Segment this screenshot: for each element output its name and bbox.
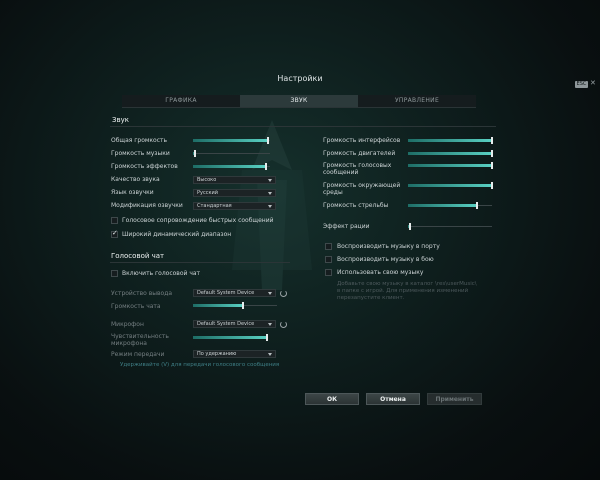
own-music-checkbox[interactable] (325, 269, 332, 276)
wide-range-label: Широкий динамический диапазон (122, 231, 232, 238)
music-battle-label: Воспроизводить музыку в бою (337, 256, 434, 263)
voice-msgs-volume-label: Громкость голосовых сообщений (323, 162, 392, 176)
quick-msgs-checkbox[interactable] (111, 217, 118, 224)
slider-thumb[interactable] (491, 150, 493, 157)
slider-thumb[interactable] (491, 162, 493, 169)
page-title: Настройки (277, 74, 323, 83)
effects-volume-label: Громкость эффектов (111, 163, 178, 170)
slider-thumb[interactable] (491, 182, 493, 189)
cancel-button[interactable]: Отмена (366, 393, 420, 405)
voice-language-dropdown[interactable]: Русский (193, 189, 276, 197)
ui-volume-slider[interactable] (408, 137, 493, 144)
engine-volume-label: Громкость двигателей (323, 150, 396, 157)
voice-msgs-volume-slider[interactable] (408, 162, 493, 169)
output-device-value: Default System Device (197, 290, 255, 296)
ambient-volume-slider[interactable] (408, 182, 493, 189)
music-battle-checkbox[interactable] (325, 256, 332, 263)
music-port-label: Воспроизводить музыку в порту (337, 243, 440, 250)
chevron-down-icon (268, 179, 272, 182)
slider-thumb[interactable] (491, 137, 493, 144)
microphone-label: Микрофон (111, 321, 144, 328)
ok-button[interactable]: ОК (305, 393, 359, 405)
slider-thumb[interactable] (193, 150, 196, 157)
master-volume-label: Общая громкость (111, 137, 168, 144)
mic-sensitivity-slider[interactable] (193, 334, 268, 341)
settings-tabs: ГРАФИКА ЗВУК УПРАВЛЕНИЕ (122, 95, 476, 108)
slider-thumb[interactable] (267, 137, 270, 144)
slider-thumb[interactable] (265, 334, 268, 341)
sound-quality-label: Качество звука (111, 176, 160, 183)
voice-language-label: Язык озвучки (111, 189, 154, 196)
refresh-icon[interactable] (280, 290, 287, 297)
esc-key-icon[interactable]: ESC (575, 81, 588, 88)
quick-msgs-label: Голосовое сопровождение быстрых сообщени… (122, 217, 274, 224)
chevron-down-icon (268, 205, 272, 208)
own-music-note: Добавьте свою музыку в каталог \res\user… (337, 281, 477, 301)
microphone-value: Default System Device (197, 321, 255, 327)
ambient-volume-label: Громкость окружающей среды (323, 182, 401, 196)
radio-effect-slider[interactable] (408, 223, 492, 230)
chevron-down-icon (268, 353, 272, 356)
master-volume-slider[interactable] (193, 137, 270, 144)
output-device-label: Устройство вывода (111, 290, 173, 297)
transmit-mode-value: По удержанию (197, 351, 237, 357)
tab-graphics[interactable]: ГРАФИКА (122, 95, 240, 107)
own-music-label: Использовать свою музыку (337, 269, 424, 276)
transmit-mode-label: Режим передачи (111, 351, 165, 358)
close-icon[interactable]: ✕ (590, 79, 596, 87)
gunfire-volume-label: Громкость стрельбы (323, 202, 389, 209)
music-volume-label: Громкость музыки (111, 150, 170, 157)
music-port-checkbox[interactable] (325, 243, 332, 250)
slider-thumb[interactable] (408, 223, 411, 230)
chat-volume-slider[interactable] (193, 302, 277, 309)
chevron-down-icon (268, 323, 272, 326)
sound-section-title: Звук (112, 116, 129, 124)
slider-thumb[interactable] (242, 302, 245, 309)
transmit-mode-dropdown[interactable]: По удержанию (193, 350, 276, 358)
mic-sensitivity-label: Чувствительность микрофона (111, 333, 169, 347)
voice-mod-label: Модификация озвучки (111, 202, 183, 209)
background-emblem (232, 120, 312, 290)
microphone-dropdown[interactable]: Default System Device (193, 320, 276, 328)
slider-thumb[interactable] (475, 202, 478, 209)
voice-language-value: Русский (197, 190, 218, 196)
enable-voice-checkbox[interactable] (111, 270, 118, 277)
music-volume-slider[interactable] (193, 150, 270, 157)
voice-divider (110, 262, 290, 263)
ui-volume-label: Громкость интерфейсов (323, 137, 401, 144)
transmit-hint: Удерживайте (V) для передачи голосового … (120, 362, 280, 368)
tab-sound[interactable]: ЗВУК (240, 95, 358, 107)
sound-quality-value: Высоко (197, 177, 217, 183)
radio-effect-label: Эффект рации (323, 223, 370, 230)
output-device-dropdown[interactable]: Default System Device (193, 289, 276, 297)
slider-thumb[interactable] (265, 163, 268, 170)
sound-quality-dropdown[interactable]: Высоко (193, 176, 276, 184)
voice-mod-value: Стандартная (197, 203, 232, 209)
sound-divider (110, 126, 496, 127)
chat-volume-label: Громкость чата (111, 303, 161, 310)
voice-section-title: Голосовой чат (111, 252, 165, 260)
refresh-icon[interactable] (280, 321, 287, 328)
enable-voice-label: Включить голосовой чат (122, 270, 201, 277)
engine-volume-slider[interactable] (408, 150, 493, 157)
voice-mod-dropdown[interactable]: Стандартная (193, 202, 276, 210)
effects-volume-slider[interactable] (193, 163, 270, 170)
tab-controls[interactable]: УПРАВЛЕНИЕ (358, 95, 476, 107)
gunfire-volume-slider[interactable] (408, 202, 492, 209)
chevron-down-icon (268, 192, 272, 195)
chevron-down-icon (268, 292, 272, 295)
wide-range-checkbox[interactable] (111, 229, 118, 238)
apply-button[interactable]: Применить (427, 393, 482, 405)
